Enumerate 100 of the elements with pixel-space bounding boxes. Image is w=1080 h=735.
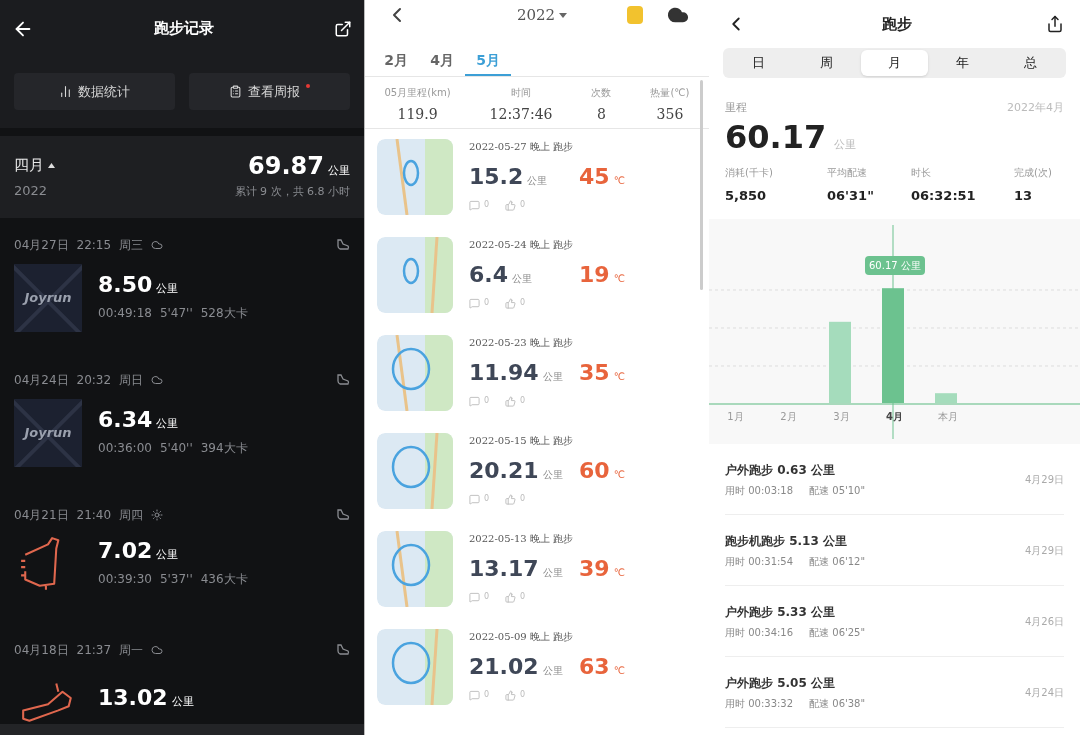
- entry-heat: 45 ℃: [579, 163, 625, 191]
- like-icon[interactable]: [505, 493, 517, 505]
- like-icon[interactable]: [505, 297, 517, 309]
- entry-distance: 20.21 公里: [469, 457, 564, 485]
- record-duration: 用时 00:34:16: [725, 625, 794, 640]
- record-duration: 用时 00:03:18: [725, 483, 794, 498]
- total-distance: 69.87: [248, 154, 324, 178]
- record-title[interactable]: 户外跑步 5.05 公里: [725, 673, 866, 692]
- chart-bar[interactable]: [882, 288, 904, 403]
- record-date: 4月26日: [1024, 614, 1064, 629]
- chart-bar[interactable]: [935, 393, 957, 403]
- run-duration: 00:39:30: [98, 570, 152, 588]
- record-pace: 配速 05'10": [809, 483, 866, 498]
- clipboard-icon: [229, 85, 242, 98]
- run-date: 04月27日: [14, 237, 69, 254]
- like-count: 0: [520, 199, 526, 211]
- comment-count: 0: [484, 297, 490, 309]
- period-tab[interactable]: 日: [725, 50, 793, 76]
- run-time: 22:15: [76, 237, 112, 254]
- like-count: 0: [520, 689, 526, 701]
- run-time: 20:32: [76, 372, 112, 389]
- run-distance: 13.02: [98, 687, 168, 710]
- run-date: 04月18日: [14, 642, 69, 659]
- like-icon[interactable]: [505, 395, 517, 407]
- comment-count: 0: [484, 689, 490, 701]
- comment-count: 0: [484, 493, 490, 505]
- year-label: 2022: [14, 181, 49, 200]
- caret-up-icon[interactable]: [48, 162, 55, 168]
- run-calories: 528大卡: [200, 304, 248, 322]
- page-title: 跑步: [881, 13, 912, 35]
- run-distance: 8.50: [98, 274, 153, 297]
- data-stats-button[interactable]: 数据统计: [14, 73, 175, 110]
- month-tab[interactable]: 2月: [373, 46, 419, 76]
- like-icon[interactable]: [505, 199, 517, 211]
- like-count: 0: [520, 493, 526, 505]
- stat-label: 完成(次): [1014, 165, 1053, 180]
- run-weekday: 周日: [119, 372, 144, 389]
- run-weekday: 周四: [119, 507, 144, 524]
- stat-value: 13: [1014, 186, 1034, 205]
- run-duration: 00:49:18: [98, 304, 152, 322]
- record-title[interactable]: 户外跑步 0.63 公里: [725, 460, 866, 479]
- run-pace: 5'47'': [159, 304, 193, 322]
- distance-unit: 公里: [156, 547, 179, 564]
- distance-unit: 公里: [171, 694, 194, 711]
- comment-icon[interactable]: [469, 395, 480, 407]
- comment-count: 0: [484, 591, 490, 603]
- like-icon[interactable]: [505, 689, 517, 701]
- stat-label: 时间: [511, 86, 531, 100]
- period-tab[interactable]: 周: [792, 50, 861, 76]
- comment-icon[interactable]: [469, 689, 480, 701]
- comment-count: 0: [484, 199, 490, 211]
- chart-bar[interactable]: [829, 321, 851, 403]
- entry-heat: 19 ℃: [579, 261, 625, 289]
- like-icon[interactable]: [505, 591, 517, 603]
- entry-heat: 39 ℃: [579, 555, 625, 583]
- distance-unit: 公里: [156, 281, 179, 298]
- comment-icon[interactable]: [469, 493, 480, 505]
- period-label: 2022年4月: [1007, 100, 1064, 116]
- run-duration: 00:36:00: [98, 439, 152, 457]
- comment-icon[interactable]: [469, 591, 480, 603]
- metric-label: 里程: [725, 100, 747, 116]
- stat-label: 次数: [591, 86, 612, 100]
- stat-label: 热量(℃): [650, 86, 690, 100]
- run-weekday: 周三: [119, 237, 144, 254]
- shoe-icon: [336, 509, 350, 521]
- record-pace: 配速 06'12": [809, 554, 866, 569]
- record-title[interactable]: 跑步机跑步 5.13 公里: [725, 531, 866, 550]
- entry-heat: 35 ℃: [579, 359, 625, 387]
- stat-label: 时长: [911, 165, 932, 180]
- run-distance: 7.02: [98, 540, 153, 563]
- stat-value: 06:32:51: [911, 186, 977, 205]
- entry-title: 2022-05-13 晚上 跑步: [469, 532, 574, 546]
- comment-icon[interactable]: [469, 297, 480, 309]
- entry-title: 2022-05-09 晚上 跑步: [469, 630, 574, 644]
- month-label[interactable]: 四月: [14, 154, 44, 177]
- entry-distance: 13.17 公里: [469, 555, 564, 583]
- period-tab[interactable]: 月: [860, 50, 929, 76]
- stat-value: 119.9: [397, 105, 438, 124]
- badge-icon[interactable]: [627, 6, 643, 24]
- year-selector[interactable]: 2022: [516, 3, 556, 27]
- caret-down-icon[interactable]: [559, 12, 568, 18]
- month-axis-label[interactable]: 4月: [868, 409, 921, 424]
- run-date: 04月24日: [14, 372, 69, 389]
- stat-label: 05月里程(km): [384, 86, 451, 100]
- shoe-icon: [336, 644, 350, 656]
- share-icon[interactable]: [334, 19, 352, 38]
- entry-distance: 11.94 公里: [469, 359, 564, 387]
- record-title[interactable]: 户外跑步 5.33 公里: [725, 602, 866, 621]
- period-tab[interactable]: 年: [928, 50, 997, 76]
- period-tab[interactable]: 总: [996, 50, 1064, 76]
- comment-icon[interactable]: [469, 199, 480, 211]
- share-icon[interactable]: [1046, 15, 1064, 33]
- stat-value: 12:37:46: [489, 105, 553, 124]
- scrollbar[interactable]: [700, 80, 703, 290]
- like-count: 0: [520, 395, 526, 407]
- run-calories: 436大卡: [200, 570, 248, 588]
- weekly-report-button[interactable]: 查看周报: [189, 73, 350, 110]
- entry-title: 2022-05-27 晚上 跑步: [469, 140, 574, 154]
- month-tab[interactable]: 4月: [419, 46, 465, 76]
- record-date: 4月29日: [1024, 472, 1064, 487]
